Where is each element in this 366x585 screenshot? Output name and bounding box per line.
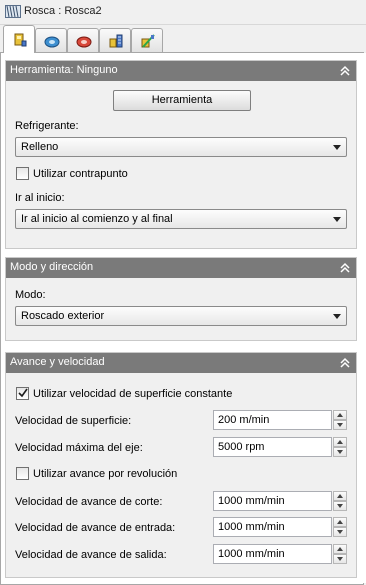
tailstock-label: Utilizar contrapunto (33, 168, 128, 180)
tailstock-checkbox[interactable] (16, 167, 29, 180)
lead-out-spinner[interactable] (333, 544, 347, 564)
coolant-select[interactable]: Relleno (15, 137, 347, 157)
tab-geometry[interactable] (35, 28, 67, 52)
cutting-feed-value: 1000 mm/min (218, 495, 285, 507)
max-spindle-label: Velocidad máxima del eje: (15, 442, 143, 454)
collapse-icon[interactable] (339, 357, 351, 369)
checkmark-icon (18, 388, 28, 398)
css-checkbox[interactable] (16, 387, 29, 400)
spin-down-icon[interactable] (333, 527, 347, 537)
lead-out-value: 1000 mm/min (218, 548, 285, 560)
spin-up-icon[interactable] (333, 544, 347, 554)
mode-select[interactable]: Roscado exterior (15, 306, 347, 326)
feed-panel-title: Avance y velocidad (10, 356, 105, 368)
heights-tab-icon (76, 36, 92, 48)
linking-tab-icon (141, 34, 155, 48)
lead-in-spinner[interactable] (333, 517, 347, 537)
spin-down-icon[interactable] (333, 447, 347, 457)
tab-heights[interactable] (67, 28, 99, 52)
lead-out-label: Velocidad de avance de salida: (15, 549, 167, 561)
cutting-feed-spinner[interactable] (333, 491, 347, 511)
lead-out-input[interactable]: 1000 mm/min (213, 544, 332, 564)
max-spindle-input[interactable]: 5000 rpm (213, 437, 332, 457)
surface-speed-label: Velocidad de superficie: (15, 415, 132, 427)
mode-panel: Modo y dirección Modo: Roscado exterior (5, 257, 357, 341)
spin-down-icon[interactable] (333, 554, 347, 564)
tool-tab-icon (14, 33, 27, 47)
mode-panel-title: Modo y dirección (10, 261, 94, 273)
tab-linking[interactable] (131, 28, 163, 52)
spin-down-icon[interactable] (333, 420, 347, 430)
thread-operation-icon (5, 5, 21, 18)
feed-per-rev-label: Utilizar avance por revolución (33, 468, 178, 480)
home-value: Ir al inicio al comienzo y al final (21, 213, 173, 225)
lead-in-input[interactable]: 1000 mm/min (213, 517, 332, 537)
tab-strip (0, 24, 366, 54)
geometry-tab-icon (44, 36, 60, 48)
tab-passes[interactable] (99, 28, 131, 52)
scroll-gutter (358, 53, 366, 583)
mode-label: Modo: (15, 289, 46, 301)
chevron-down-icon (333, 314, 341, 319)
max-spindle-value: 5000 rpm (218, 441, 265, 453)
passes-tab-icon (109, 34, 123, 48)
surface-speed-value: 200 m/min (218, 414, 270, 426)
tool-panel: Herramienta: Ninguno Herramienta Refrige… (5, 60, 357, 249)
mode-panel-header[interactable]: Modo y dirección (6, 258, 356, 278)
surface-speed-input[interactable]: 200 m/min (213, 410, 332, 430)
mode-value: Roscado exterior (21, 310, 105, 322)
window-title: Rosca : Rosca2 (24, 5, 102, 17)
max-spindle-spinner[interactable] (333, 437, 347, 457)
surface-speed-spinner[interactable] (333, 410, 347, 430)
spin-up-icon[interactable] (333, 517, 347, 527)
feed-panel-header[interactable]: Avance y velocidad (6, 353, 356, 373)
lead-in-label: Velocidad de avance de entrada: (15, 522, 176, 534)
tool-select-button[interactable]: Herramienta (113, 90, 251, 111)
spin-up-icon[interactable] (333, 410, 347, 420)
spin-down-icon[interactable] (333, 501, 347, 511)
spin-up-icon[interactable] (333, 437, 347, 447)
home-select[interactable]: Ir al inicio al comienzo y al final (15, 209, 347, 229)
chevron-down-icon (333, 145, 341, 150)
collapse-icon[interactable] (339, 65, 351, 77)
lead-in-value: 1000 mm/min (218, 521, 285, 533)
chevron-down-icon (333, 217, 341, 222)
css-label: Utilizar velocidad de superficie constan… (33, 388, 233, 400)
tab-tool[interactable] (3, 25, 35, 53)
cutting-feed-input[interactable]: 1000 mm/min (213, 491, 332, 511)
feed-per-rev-checkbox[interactable] (16, 467, 29, 480)
coolant-label: Refrigerante: (15, 120, 79, 132)
collapse-icon[interactable] (339, 262, 351, 274)
feed-panel: Avance y velocidad Utilizar velocidad de… (5, 352, 357, 578)
cutting-feed-label: Velocidad de avance de corte: (15, 496, 163, 508)
coolant-value: Relleno (21, 141, 59, 153)
tool-panel-title: Herramienta: Ninguno (10, 64, 118, 76)
home-label: Ir al inicio: (15, 192, 65, 204)
tool-panel-header[interactable]: Herramienta: Ninguno (6, 61, 356, 81)
spin-up-icon[interactable] (333, 491, 347, 501)
title-bar: Rosca : Rosca2 (0, 0, 366, 25)
